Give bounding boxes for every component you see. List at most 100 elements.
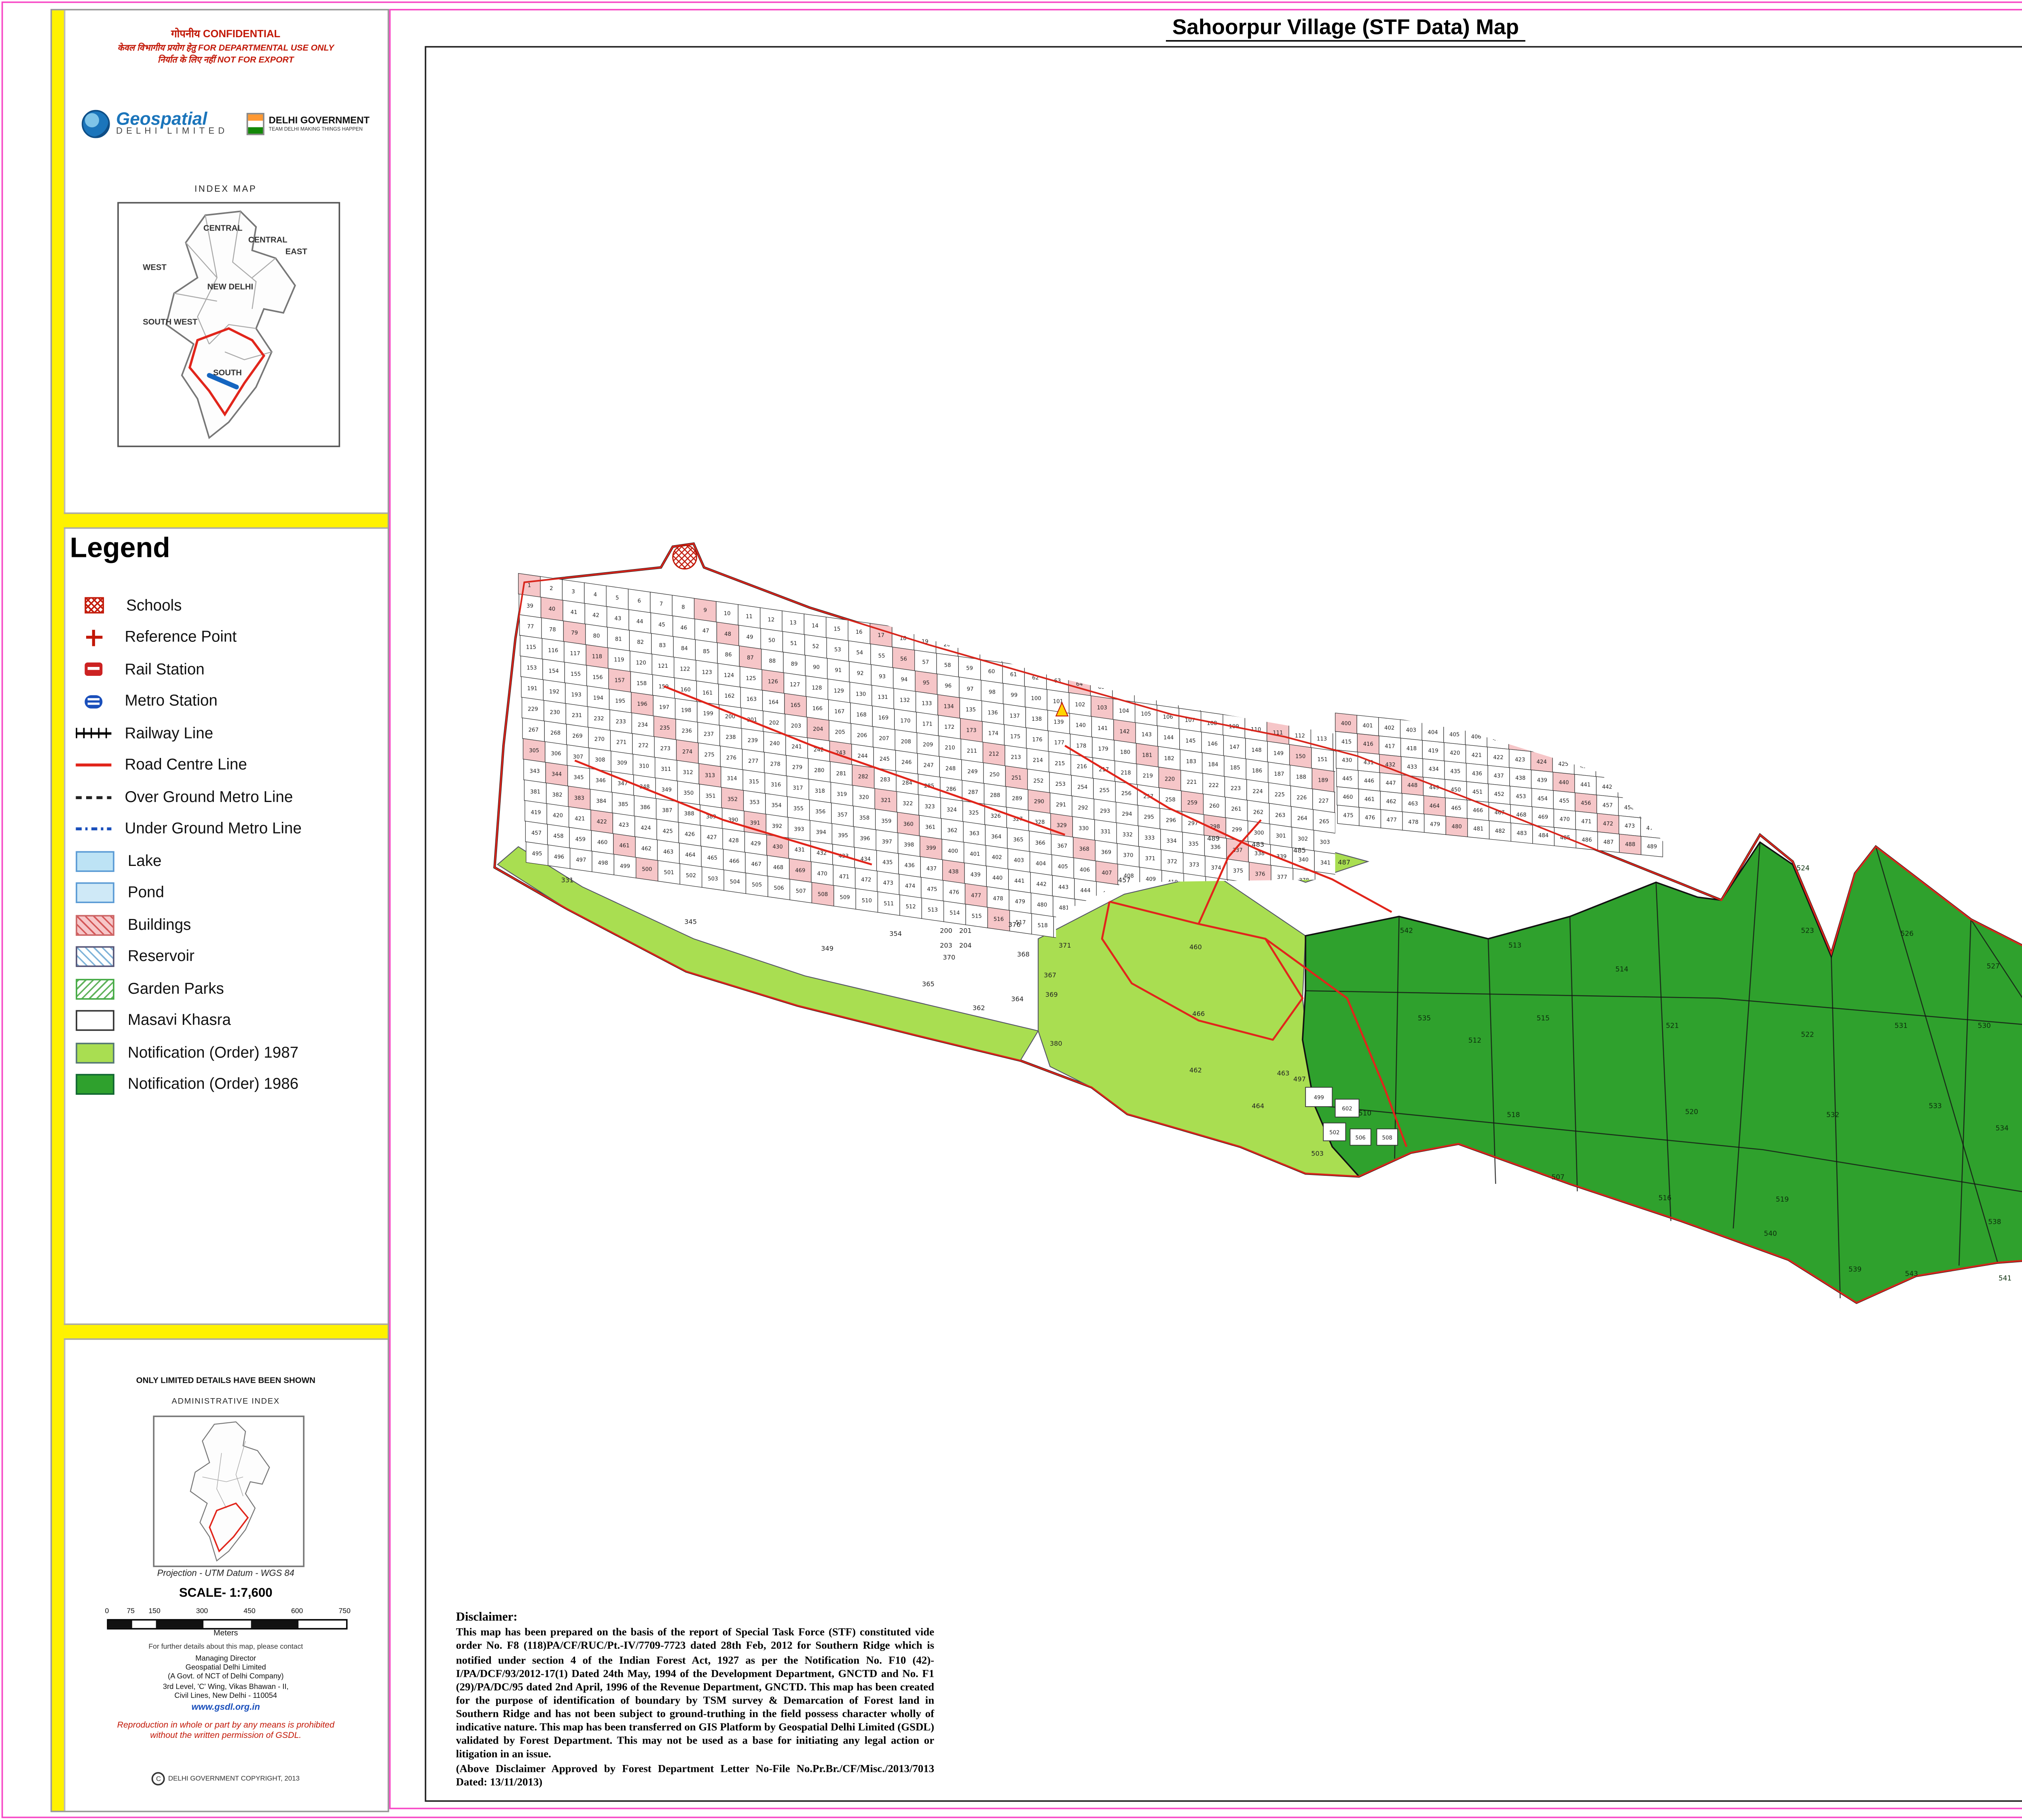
reproduction-warning: Reproduction in whole or part by any mea…: [73, 1722, 379, 1742]
svg-text:483: 483: [1252, 840, 1264, 848]
svg-text:472: 472: [861, 877, 871, 883]
svg-text:20: 20: [943, 642, 950, 648]
svg-text:233: 233: [616, 719, 626, 725]
svg-text:178: 178: [1076, 743, 1086, 749]
svg-text:221: 221: [1187, 779, 1197, 785]
svg-text:103: 103: [1097, 705, 1107, 711]
svg-text:464: 464: [1430, 803, 1440, 809]
svg-text:99: 99: [1011, 692, 1017, 698]
svg-text:197: 197: [659, 705, 669, 711]
svg-text:253: 253: [1055, 781, 1066, 787]
svg-text:460: 460: [597, 840, 607, 846]
svg-text:231: 231: [572, 713, 582, 719]
svg-text:437: 437: [1493, 773, 1504, 779]
svg-text:365: 365: [1013, 837, 1023, 843]
svg-text:507: 507: [796, 889, 806, 895]
svg-text:138: 138: [1032, 716, 1042, 722]
svg-text:201: 201: [959, 927, 972, 934]
legend-label: Lake: [128, 852, 162, 870]
confidential-block: गोपनीय CONFIDENTIAL केवल विभागीय प्रयोग …: [73, 28, 379, 66]
svg-text:468: 468: [1516, 812, 1526, 818]
svg-text:468: 468: [773, 865, 783, 871]
svg-text:23: 23: [1009, 651, 1016, 657]
svg-text:78: 78: [549, 627, 556, 633]
svg-text:151: 151: [1318, 757, 1328, 763]
svg-text:312: 312: [683, 770, 693, 776]
svg-text:414: 414: [1645, 752, 1655, 758]
svg-text:465: 465: [707, 855, 717, 861]
svg-text:67: 67: [1142, 690, 1149, 696]
legend-label: Under Ground Metro Line: [125, 820, 302, 838]
svg-text:91: 91: [835, 668, 842, 674]
svg-text:341: 341: [1320, 860, 1330, 866]
svg-text:499: 499: [1314, 1095, 1324, 1101]
svg-text:466: 466: [1473, 808, 1483, 814]
svg-text:484: 484: [1538, 833, 1548, 839]
map-frame: 1234567891011121314151617181920212223242…: [425, 46, 2022, 1802]
svg-text:538: 538: [1988, 1217, 2001, 1225]
svg-text:518: 518: [1507, 1111, 1520, 1119]
svg-text:417: 417: [1385, 743, 1395, 749]
svg-text:497: 497: [576, 857, 586, 863]
scale-bar: Meters 075150300450600750: [107, 1609, 345, 1642]
svg-text:141: 141: [1098, 726, 1108, 732]
legend-label: Garden Parks: [128, 980, 224, 998]
svg-text:523: 523: [1801, 926, 1814, 934]
disclaimer-body: This map has been prepared on the basis …: [456, 1626, 935, 1760]
svg-text:88: 88: [769, 658, 776, 664]
svg-text:54: 54: [856, 650, 863, 656]
gsdl-logo: Geospatial DELHI LIMITED: [82, 109, 228, 138]
scale-tick: 150: [148, 1609, 160, 1616]
svg-text:209: 209: [923, 742, 933, 748]
legend-item: Under Ground Metro Line: [76, 813, 373, 845]
svg-text:365: 365: [922, 980, 935, 988]
svg-text:SOUTH WEST: SOUTH WEST: [143, 317, 198, 326]
svg-text:126: 126: [768, 679, 778, 685]
svg-text:287: 287: [968, 789, 978, 796]
svg-text:97: 97: [967, 686, 974, 692]
svg-text:83: 83: [659, 643, 666, 649]
svg-text:85: 85: [703, 649, 710, 655]
svg-text:527: 527: [1987, 962, 2000, 970]
scale-tick: 600: [291, 1609, 303, 1616]
svg-text:96: 96: [945, 683, 952, 689]
svg-text:307: 307: [573, 754, 583, 760]
confidential-line2: केवल विभागीय प्रयोग हेतु FOR DEPARTMENTA…: [73, 42, 379, 53]
svg-text:425: 425: [663, 828, 673, 834]
svg-text:4: 4: [594, 592, 597, 598]
svg-text:13: 13: [790, 620, 797, 626]
svg-text:58: 58: [944, 662, 951, 669]
svg-text:61: 61: [1010, 672, 1017, 678]
svg-text:531: 531: [1895, 1021, 1908, 1029]
svg-text:140: 140: [1076, 722, 1086, 728]
svg-text:318: 318: [815, 788, 825, 794]
scale-bar-unit: Meters: [107, 1630, 345, 1638]
svg-text:43: 43: [614, 616, 621, 622]
contact-heading: For further details about this map, plea…: [73, 1644, 379, 1652]
svg-text:380: 380: [1050, 1040, 1062, 1048]
legend-swatch-ln-ogm: [76, 796, 111, 799]
svg-text:409: 409: [1146, 876, 1156, 882]
svg-text:203: 203: [940, 942, 952, 949]
legend-item: Schools: [76, 590, 373, 622]
svg-text:473: 473: [883, 880, 893, 886]
svg-text:21: 21: [966, 645, 973, 651]
svg-text:495: 495: [532, 851, 542, 857]
svg-text:363: 363: [969, 831, 979, 837]
website-link[interactable]: www.gsdl.org.in: [73, 1704, 379, 1713]
svg-text:458: 458: [553, 834, 563, 840]
svg-text:461: 461: [1364, 796, 1375, 802]
svg-text:319: 319: [837, 791, 847, 798]
svg-text:407: 407: [1493, 736, 1503, 742]
svg-text:290: 290: [1034, 799, 1044, 805]
svg-text:11: 11: [746, 614, 753, 620]
svg-text:429: 429: [751, 841, 761, 847]
svg-text:362: 362: [973, 1004, 985, 1012]
svg-text:5: 5: [615, 595, 619, 601]
svg-text:395: 395: [838, 833, 848, 839]
svg-text:533: 533: [1929, 1102, 1942, 1110]
svg-text:321: 321: [881, 798, 891, 804]
svg-text:206: 206: [857, 732, 867, 739]
svg-text:186: 186: [1252, 768, 1262, 774]
legend-label: Over Ground Metro Line: [125, 788, 293, 806]
